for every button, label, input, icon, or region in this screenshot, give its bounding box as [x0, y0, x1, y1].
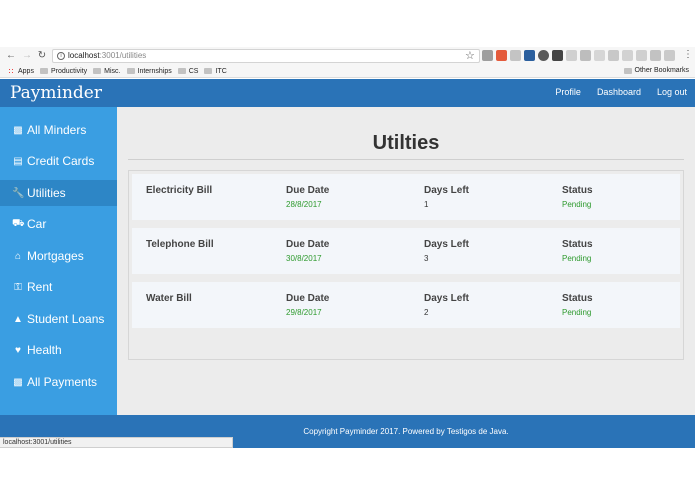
sidebar-item-all-payments[interactable]: ▩ All Payments — [0, 369, 117, 395]
back-arrow-icon[interactable]: ← — [4, 50, 18, 61]
extension-icon[interactable] — [636, 50, 647, 61]
bill-name: Telephone Bill — [146, 239, 214, 250]
bill-card[interactable]: Telephone Bill Due Date 30/8/2017 Days L… — [132, 228, 680, 274]
extension-icon[interactable] — [524, 50, 535, 61]
status-label: Status — [562, 239, 593, 250]
extension-icons — [482, 50, 675, 61]
other-bookmarks[interactable]: Other Bookmarks — [623, 67, 689, 74]
home-icon: ⌂ — [14, 250, 22, 262]
days-left-value: 1 — [424, 200, 429, 209]
status-value: Pending — [562, 254, 592, 263]
status-label: Status — [562, 185, 593, 196]
url-host: localhost — [68, 51, 100, 60]
sidebar-item-all-minders[interactable]: ▩ All Minders — [0, 117, 117, 143]
top-nav: Profile Dashboard Log out — [555, 87, 687, 97]
bills-panel: Electricity Bill Due Date 28/8/2017 Days… — [128, 170, 684, 360]
status-value: Pending — [562, 308, 592, 317]
folder-icon — [623, 67, 632, 74]
title-divider — [128, 159, 684, 160]
due-date-value: 29/8/2017 — [286, 308, 322, 317]
logout-link[interactable]: Log out — [657, 87, 687, 97]
bookmark-apps[interactable]: Apps — [8, 67, 34, 75]
days-left-label: Days Left — [424, 293, 470, 304]
folder-icon — [93, 68, 102, 74]
extension-icon[interactable] — [650, 50, 661, 61]
info-icon[interactable]: i — [57, 52, 65, 60]
sidebar-item-car[interactable]: ⛟ Car — [0, 211, 117, 237]
sidebar-item-mortgages[interactable]: ⌂ Mortgages — [0, 243, 117, 269]
profile-link[interactable]: Profile — [555, 87, 581, 97]
extension-icon[interactable] — [594, 50, 605, 61]
sidebar-item-rent[interactable]: ⚿ Rent — [0, 274, 117, 300]
dashboard-link[interactable]: Dashboard — [597, 87, 641, 97]
url-path: :3001/utilities — [99, 51, 147, 60]
folder-icon — [204, 68, 213, 74]
bookmark-folder[interactable]: CS — [177, 68, 198, 75]
graduation-cap-icon: ▲ — [13, 313, 23, 325]
folder-icon — [177, 68, 186, 74]
due-date-label: Due Date — [286, 293, 330, 304]
sidebar: ▩ All Minders ▤ Credit Cards 🔧 Utilities… — [0, 107, 117, 415]
due-date-label: Due Date — [286, 185, 330, 196]
bookmark-folder[interactable]: ITC — [204, 68, 227, 75]
sidebar-item-student-loans[interactable]: ▲ Student Loans — [0, 306, 117, 332]
brand-logo[interactable]: Payminder — [10, 83, 102, 103]
extension-icon[interactable] — [552, 50, 563, 61]
folder-icon — [39, 68, 48, 74]
car-icon: ⛟ — [12, 217, 25, 229]
app-header: Payminder Profile Dashboard Log out — [0, 79, 695, 107]
extension-icon[interactable] — [482, 50, 493, 61]
sidebar-item-credit-cards[interactable]: ▤ Credit Cards — [0, 148, 117, 174]
sidebar-item-health[interactable]: ♥ Health — [0, 337, 117, 363]
extension-icon[interactable] — [538, 50, 549, 61]
sidebar-item-utilities[interactable]: 🔧 Utilities — [0, 180, 117, 206]
extension-icon[interactable] — [622, 50, 633, 61]
reload-icon[interactable]: ↻ — [35, 50, 49, 61]
credit-card-icon: ▤ — [13, 155, 23, 167]
extension-icon[interactable] — [566, 50, 577, 61]
days-left-value: 3 — [424, 254, 429, 263]
days-left-value: 2 — [424, 308, 429, 317]
main-content: Utilties Electricity Bill Due Date 28/8/… — [117, 107, 695, 415]
heartbeat-icon: ♥ — [15, 344, 21, 356]
address-bar[interactable]: i localhost:3001/utilities — [52, 49, 480, 63]
days-left-label: Days Left — [424, 239, 470, 250]
bill-name: Electricity Bill — [146, 185, 213, 196]
apps-grid-icon — [8, 67, 15, 75]
key-icon: ⚿ — [14, 281, 22, 293]
due-date-value: 28/8/2017 — [286, 200, 322, 209]
status-bar-url: localhost:3001/utilities — [0, 437, 233, 448]
copyright-text: Copyright Payminder 2017. Powered by Tes… — [303, 427, 509, 436]
bookmark-folder[interactable]: Internships — [126, 68, 172, 75]
bill-name: Water Bill — [146, 293, 192, 304]
bookmarks-bar: Apps Productivity Misc. Internships CS I… — [0, 65, 695, 78]
money-icon: ▩ — [13, 124, 23, 136]
browser-toolbar: ← → ↻ i localhost:3001/utilities ☆ ⋮ — [0, 47, 695, 65]
folder-icon — [126, 68, 135, 74]
extension-icon[interactable] — [664, 50, 675, 61]
extension-icon[interactable] — [608, 50, 619, 61]
extension-icon[interactable] — [496, 50, 507, 61]
forward-arrow-icon[interactable]: → — [20, 50, 34, 61]
extension-icon[interactable] — [510, 50, 521, 61]
days-left-label: Days Left — [424, 185, 470, 196]
bookmark-folder[interactable]: Misc. — [93, 68, 121, 75]
bookmark-star-icon[interactable]: ☆ — [465, 49, 475, 62]
bill-card[interactable]: Electricity Bill Due Date 28/8/2017 Days… — [132, 174, 680, 220]
status-label: Status — [562, 293, 593, 304]
page-title: Utilties — [372, 132, 440, 154]
due-date-value: 30/8/2017 — [286, 254, 322, 263]
money-icon: ▩ — [13, 376, 23, 388]
browser-menu-icon[interactable]: ⋮ — [683, 49, 693, 60]
status-value: Pending — [562, 200, 592, 209]
bookmark-folder[interactable]: Productivity — [39, 68, 87, 75]
bill-card[interactable]: Water Bill Due Date 29/8/2017 Days Left … — [132, 282, 680, 328]
wrench-icon: 🔧 — [12, 187, 25, 199]
due-date-label: Due Date — [286, 239, 330, 250]
extension-icon[interactable] — [580, 50, 591, 61]
